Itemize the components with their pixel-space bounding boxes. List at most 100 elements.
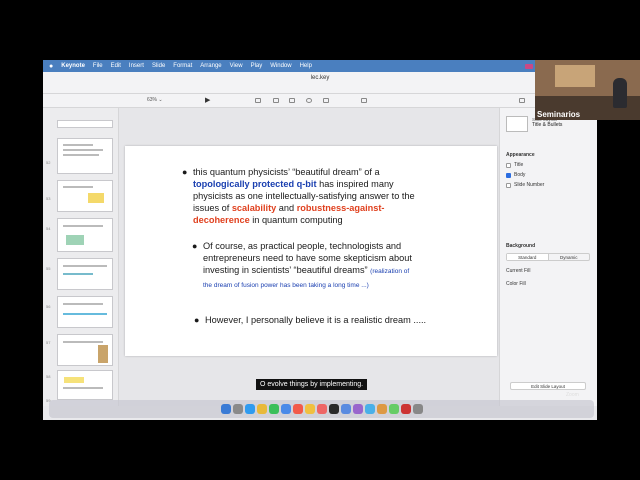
slide-thumbnail[interactable] (57, 218, 113, 252)
play-icon[interactable]: ▶ (205, 96, 210, 104)
shape-icon[interactable] (306, 98, 312, 103)
slide-thumbnail[interactable] (57, 258, 113, 290)
body-checkbox[interactable] (506, 172, 511, 178)
finder-icon[interactable] (220, 404, 231, 414)
bullet-realistic: ● However, I personally believe it is a … (194, 314, 475, 326)
safari-icon[interactable] (244, 404, 255, 414)
bullet-dot: ● (194, 315, 200, 325)
chart-icon[interactable] (273, 98, 279, 103)
slide-number-checkbox[interactable] (506, 182, 511, 188)
zoom-select[interactable]: 63% ⌄ (147, 97, 163, 103)
bullet-text: has inspired many (316, 179, 394, 189)
body-option[interactable]: Body (506, 172, 525, 178)
zoom-watermark: Zoom (566, 392, 579, 398)
highlight-robustness: robustness-against- (296, 203, 385, 213)
slide-number: 55 (46, 266, 51, 271)
menu-help[interactable]: Help (300, 63, 312, 69)
webcam-view: Seminarios (535, 60, 640, 120)
bullet-text: However, I personally believe it is a re… (205, 315, 427, 325)
format-inspector: Slide Layout Title & Bullets Appearance … (499, 108, 597, 406)
slide-number-label: Slide Number (514, 182, 545, 188)
slide-thumbnail[interactable] (57, 370, 113, 400)
layout-thumbnail[interactable] (506, 116, 528, 132)
menu-file[interactable]: File (93, 63, 103, 69)
menu-arrange[interactable]: Arrange (200, 63, 221, 69)
bullet-skepticism: ● Of course, as practical people, techno… (192, 240, 473, 292)
launchpad-icon[interactable] (232, 404, 243, 414)
app-icon[interactable] (376, 404, 387, 414)
slide-thumbnail[interactable] (57, 334, 113, 366)
live-caption: O evolve things by implementing. (256, 379, 368, 390)
bullet-text: in quantum computing (249, 215, 343, 225)
notes-icon[interactable] (304, 404, 315, 414)
bullet-text: issues of (193, 203, 232, 213)
current-fill-label: Current Fill (506, 268, 530, 274)
menu-app-name[interactable]: Keynote (61, 63, 85, 69)
color-fill-text: Color Fill (506, 281, 526, 287)
chrome-icon[interactable] (256, 404, 267, 414)
slide-number: 54 (46, 226, 51, 231)
window-titlebar: lec.key (43, 72, 597, 94)
bullet-text: entrepreneurs need to have some skeptici… (203, 253, 412, 263)
slide-thumbnail[interactable] (57, 138, 113, 174)
menu-play[interactable]: Play (251, 63, 263, 69)
mail-icon[interactable] (280, 404, 291, 414)
text-icon[interactable] (289, 98, 295, 103)
highlight-topological: topologically protected q-bit (193, 179, 317, 189)
app-icon[interactable] (352, 404, 363, 414)
bullet-dot: ● (182, 167, 188, 177)
title-checkbox[interactable] (506, 162, 511, 168)
current-fill-text: Current Fill (506, 268, 531, 274)
slide-thumbnail[interactable] (57, 120, 113, 128)
slide-number: 58 (46, 374, 51, 379)
menu-view[interactable]: View (230, 63, 243, 69)
zoom-icon[interactable] (364, 404, 375, 414)
title-option[interactable]: Title (506, 162, 523, 168)
slide-thumbnail[interactable] (57, 296, 113, 328)
photos-icon[interactable] (316, 404, 327, 414)
slide-navigator: 52 53 54 55 56 57 58 59 (43, 108, 119, 406)
bullet-text: this quantum physicists’ “beautiful drea… (193, 167, 380, 177)
current-slide[interactable]: ● this quantum physicists’ “beautiful dr… (125, 146, 497, 356)
dynamic-tab[interactable]: Dynamic (549, 254, 590, 260)
calendar-icon[interactable] (292, 404, 303, 414)
color-fill-select[interactable]: Color Fill (506, 281, 526, 287)
background-segment: Standard Dynamic (506, 253, 590, 261)
slide-number: 56 (46, 304, 51, 309)
menu-slide[interactable]: Slide (152, 63, 165, 69)
share-icon[interactable] (361, 98, 367, 103)
webcam-person (613, 78, 627, 108)
slide-number: 53 (46, 196, 51, 201)
terminal-icon[interactable] (328, 404, 339, 414)
fusion-note: (realization of (370, 268, 410, 275)
toolbar: 63% ⌄ ▶ (43, 94, 597, 108)
webcam-projector-screen (555, 65, 595, 87)
app-icon[interactable] (388, 404, 399, 414)
app-icon[interactable] (400, 404, 411, 414)
standard-tab[interactable]: Standard (507, 254, 549, 260)
messages-icon[interactable] (268, 404, 279, 414)
menu-format[interactable]: Format (173, 63, 192, 69)
slide-canvas: ● this quantum physicists’ “beautiful dr… (119, 108, 499, 406)
desktop-screen: ● Keynote File Edit Insert Slide Format … (43, 60, 597, 420)
trash-icon[interactable] (412, 404, 423, 414)
bullet-text: Of course, as practical people, technolo… (203, 241, 402, 251)
apple-icon[interactable]: ● (49, 63, 53, 70)
slide-thumbnail[interactable] (57, 180, 113, 212)
edit-slide-layout-button[interactable]: Edit Slide Layout (510, 382, 586, 390)
keynote-icon[interactable] (340, 404, 351, 414)
menu-edit[interactable]: Edit (111, 63, 121, 69)
layout-name: Title & Bullets (532, 122, 563, 128)
media-icon[interactable] (323, 98, 329, 103)
bullet-text: investing in scientists’ “beautiful drea… (203, 265, 368, 275)
format-icon[interactable] (519, 98, 525, 103)
menu-insert[interactable]: Insert (129, 63, 144, 69)
recording-icon[interactable] (525, 63, 533, 69)
fusion-note: the dream of fusion power has been takin… (203, 282, 369, 289)
body-label: Body (514, 172, 526, 178)
menu-window[interactable]: Window (270, 63, 291, 69)
table-icon[interactable] (255, 98, 261, 103)
appearance-heading: Appearance (506, 152, 535, 158)
slide-number: 52 (46, 160, 51, 165)
slide-number-option[interactable]: Slide Number (506, 182, 544, 188)
